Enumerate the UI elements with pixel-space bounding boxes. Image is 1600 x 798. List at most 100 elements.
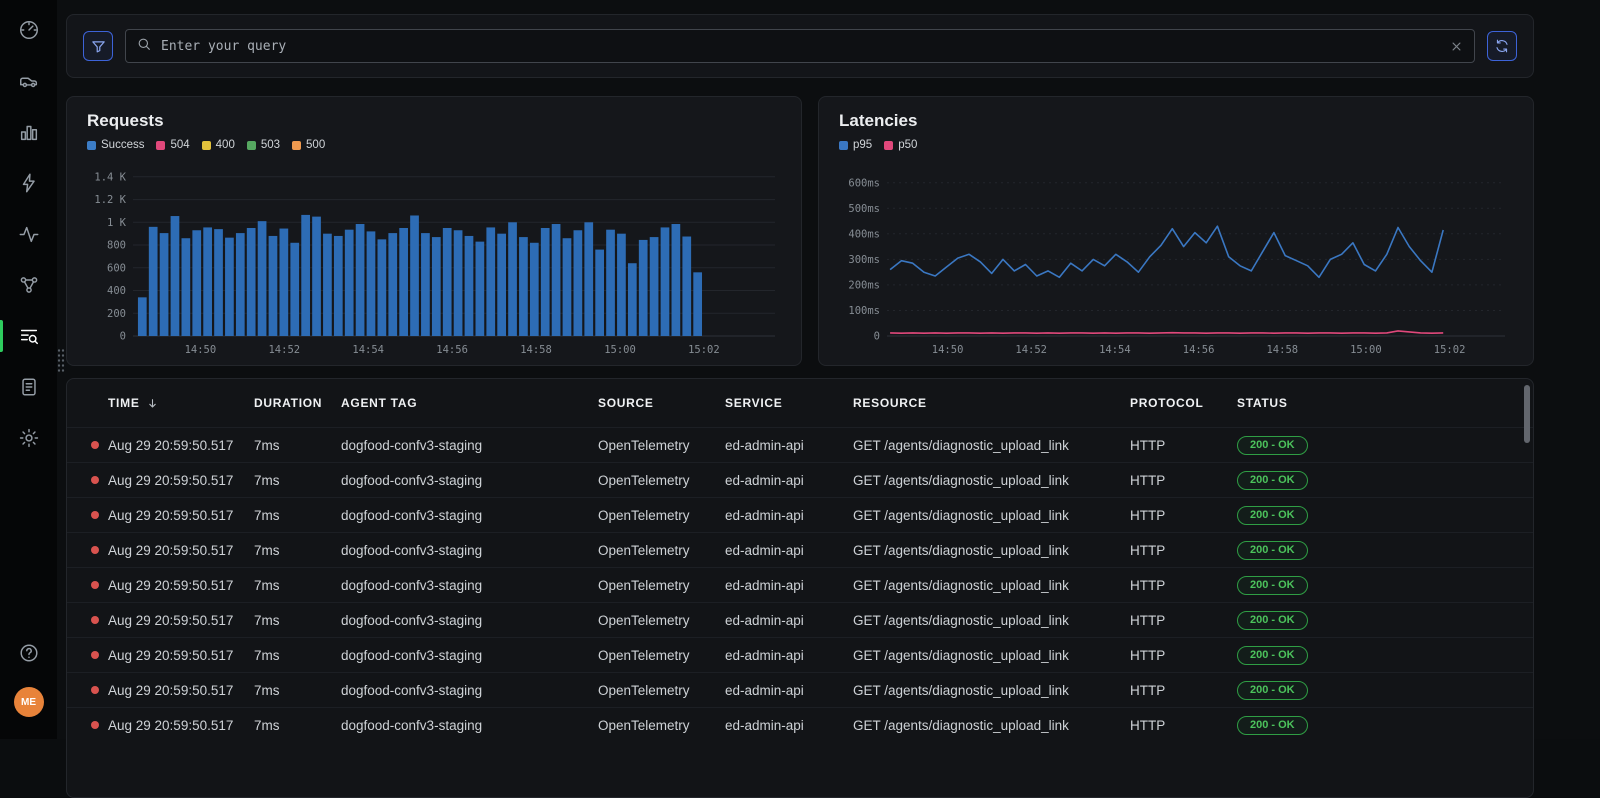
table-row[interactable]: Aug 29 20:59:50.5177msdogfood-confv3-sta… (67, 497, 1533, 532)
legend-item-500[interactable]: 500 (292, 139, 325, 151)
legend-item-504[interactable]: 504 (156, 139, 189, 151)
cell-value: ed-admin-api (725, 508, 804, 523)
filter-icon (90, 38, 107, 55)
sidebar: ME (0, 0, 57, 739)
table-row[interactable]: Aug 29 20:59:50.5177msdogfood-confv3-sta… (67, 462, 1533, 497)
help-icon (18, 642, 40, 664)
sidebar-footer-icons (0, 639, 57, 667)
sidebar-item-gauge[interactable] (0, 16, 57, 44)
cell-value: OpenTelemetry (598, 613, 690, 628)
table-row[interactable]: Aug 29 20:59:50.5177msdogfood-confv3-sta… (67, 707, 1533, 742)
legend-label: Success (101, 139, 144, 151)
legend-item-success[interactable]: Success (87, 139, 144, 151)
svg-text:14:52: 14:52 (268, 344, 300, 356)
sidebar-item-gear[interactable] (0, 424, 57, 452)
traces-icon (18, 325, 40, 347)
svg-text:14:56: 14:56 (1183, 344, 1215, 356)
cell-value: 7ms (254, 613, 280, 628)
legend-swatch (202, 141, 211, 150)
cell-value: ed-admin-api (725, 718, 804, 733)
column-header-source[interactable]: SOURCE (598, 396, 725, 410)
cell-value: OpenTelemetry (598, 543, 690, 558)
legend-swatch (839, 141, 848, 150)
table-row[interactable]: Aug 29 20:59:50.5177msdogfood-confv3-sta… (67, 672, 1533, 707)
legend-item-p95[interactable]: p95 (839, 139, 872, 151)
status-dot (91, 721, 99, 729)
cell-value: dogfood-confv3-staging (341, 438, 482, 453)
cell-time: Aug 29 20:59:50.517 (108, 648, 233, 663)
cell-value: GET /agents/diagnostic_upload_link (853, 543, 1069, 558)
svg-text:15:02: 15:02 (1434, 344, 1466, 356)
cell-value: OpenTelemetry (598, 578, 690, 593)
filter-button[interactable] (83, 31, 113, 61)
sidebar-item-vehicle[interactable] (0, 67, 57, 95)
legend-label: p95 (853, 139, 872, 151)
latencies-chart[interactable]: 600ms500ms400ms300ms200ms100ms014:5014:5… (839, 160, 1515, 360)
cell-value: 7ms (254, 473, 280, 488)
requests-legend: Success 504 400 503 500 (87, 139, 781, 151)
cell-value: dogfood-confv3-staging (341, 578, 482, 593)
requests-chart[interactable]: 1.4 K1.2 K1 K800600400200014:5014:5214:5… (87, 160, 783, 360)
svg-text:1 K: 1 K (107, 217, 127, 229)
column-header-agent-tag[interactable]: AGENT TAG (341, 396, 598, 410)
table-scrollbar[interactable] (1524, 385, 1530, 443)
cell-value: dogfood-confv3-staging (341, 648, 482, 663)
status-badge: 200 - OK (1237, 611, 1308, 630)
cell-value: dogfood-confv3-staging (341, 543, 482, 558)
legend-item-503[interactable]: 503 (247, 139, 280, 151)
column-header-status[interactable]: STATUS (1237, 396, 1513, 410)
cell-time: Aug 29 20:59:50.517 (108, 683, 233, 698)
latencies-chart-title: Latencies (839, 111, 1513, 131)
cell-value: GET /agents/diagnostic_upload_link (853, 718, 1069, 733)
cell-value: 7ms (254, 578, 280, 593)
svg-text:500ms: 500ms (848, 203, 880, 215)
status-dot (91, 581, 99, 589)
cell-value: OpenTelemetry (598, 473, 690, 488)
legend-item-400[interactable]: 400 (202, 139, 235, 151)
refresh-button[interactable] (1487, 31, 1517, 61)
sidebar-item-activity[interactable] (0, 220, 57, 248)
svg-text:300ms: 300ms (848, 254, 880, 266)
table-row[interactable]: Aug 29 20:59:50.5177msdogfood-confv3-sta… (67, 532, 1533, 567)
table-row[interactable]: Aug 29 20:59:50.5177msdogfood-confv3-sta… (67, 427, 1533, 462)
column-header-protocol[interactable]: PROTOCOL (1130, 396, 1237, 410)
table-row[interactable]: Aug 29 20:59:50.5177msdogfood-confv3-sta… (67, 602, 1533, 637)
cell-value: HTTP (1130, 718, 1165, 733)
sidebar-item-bar-chart[interactable] (0, 118, 57, 146)
clear-query-button[interactable] (1449, 39, 1464, 54)
status-dot (91, 511, 99, 519)
latencies-chart-panel: Latencies p95p50 600ms500ms400ms300ms200… (818, 96, 1534, 366)
cell-time: Aug 29 20:59:50.517 (108, 508, 233, 523)
svg-text:400ms: 400ms (848, 228, 880, 240)
column-header-duration[interactable]: DURATION (254, 396, 341, 410)
cell-value: 7ms (254, 718, 280, 733)
column-header-resource[interactable]: RESOURCE (853, 396, 1130, 410)
svg-text:600: 600 (107, 262, 126, 274)
sidebar-item-help[interactable] (0, 639, 57, 667)
bar-chart-icon (18, 121, 40, 143)
cell-value: 7ms (254, 508, 280, 523)
column-header-service[interactable]: SERVICE (725, 396, 853, 410)
column-header-time[interactable]: TIME (91, 396, 254, 410)
query-input[interactable] (161, 39, 1440, 54)
status-dot (91, 616, 99, 624)
requests-chart-panel: Requests Success504400503500 1.4 K1.2 K1… (66, 96, 802, 366)
legend-item-p50[interactable]: p50 (884, 139, 917, 151)
svg-text:14:54: 14:54 (1099, 344, 1131, 356)
cell-value: 7ms (254, 683, 280, 698)
table-row[interactable]: Aug 29 20:59:50.5177msdogfood-confv3-sta… (67, 567, 1533, 602)
sidebar-item-logs[interactable] (0, 373, 57, 401)
svg-text:14:56: 14:56 (436, 344, 468, 356)
sidebar-item-service-map[interactable] (0, 271, 57, 299)
sidebar-item-traces[interactable] (0, 322, 57, 350)
cell-time: Aug 29 20:59:50.517 (108, 718, 233, 733)
table-row[interactable]: Aug 29 20:59:50.517 7ms dogfood-confv3-sta… (67, 637, 1533, 672)
sidebar-item-lightning[interactable] (0, 169, 57, 197)
status-badge: 200 - OK (1237, 506, 1308, 525)
latencies-legend: p95 p50 (839, 139, 1513, 151)
avatar[interactable]: ME (14, 687, 44, 717)
query-search-box (125, 29, 1475, 63)
cell-value: 7ms (254, 648, 280, 663)
status-dot (91, 476, 99, 484)
cell-value: ed-admin-api (725, 473, 804, 488)
